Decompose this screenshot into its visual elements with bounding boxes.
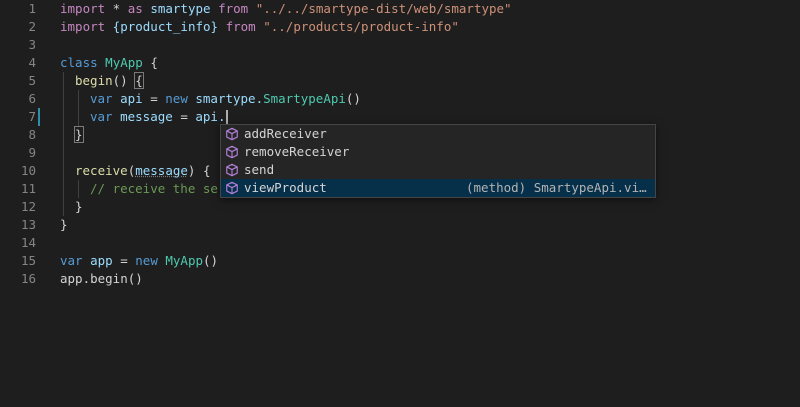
line-number: 1 bbox=[28, 1, 36, 16]
line-number: 4 bbox=[28, 55, 36, 70]
string-literal: "../../smartype-dist/web/smartype" bbox=[248, 1, 512, 16]
line-number: 3 bbox=[28, 37, 36, 52]
suggestion-label: removeReceiver bbox=[244, 144, 350, 159]
indent-guide bbox=[78, 90, 79, 126]
indent-guide bbox=[63, 72, 64, 216]
suggestion-item[interactable]: addReceiver bbox=[221, 125, 655, 143]
line-number: 10 bbox=[20, 163, 36, 178]
code-line-16[interactable]: app.begin() bbox=[60, 270, 143, 288]
text-cursor bbox=[226, 110, 229, 125]
class-name: MyApp bbox=[97, 55, 143, 70]
code-comment: // receive the ser bbox=[90, 181, 226, 196]
line-number: 15 bbox=[20, 253, 36, 268]
modified-line-marker bbox=[38, 108, 40, 126]
line-number: 14 bbox=[20, 235, 36, 250]
code-line-13[interactable]: } bbox=[60, 216, 68, 234]
code-line-12[interactable]: } bbox=[75, 198, 83, 216]
code-line-8[interactable]: } bbox=[74, 126, 84, 144]
method-name: begin bbox=[75, 73, 113, 88]
line-number: 5 bbox=[28, 73, 36, 88]
suggestion-item[interactable]: send bbox=[221, 161, 655, 179]
code-line-15[interactable]: var app = new MyApp() bbox=[60, 252, 218, 270]
code-line-4[interactable]: class MyApp { bbox=[60, 54, 158, 72]
line-number: 6 bbox=[28, 91, 36, 106]
line-number: 16 bbox=[20, 271, 36, 286]
suggestion-detail: (method) SmartypeApi.vi… bbox=[466, 180, 647, 195]
code-line-1[interactable]: import * as smartype from "../../smartyp… bbox=[60, 0, 512, 18]
matched-bracket: } bbox=[74, 126, 84, 143]
line-number: 12 bbox=[20, 199, 36, 214]
line-number: 7 bbox=[28, 109, 36, 124]
suggestion-item[interactable]: removeReceiver bbox=[221, 143, 655, 161]
line-number: 9 bbox=[28, 145, 36, 160]
suggestion-label: viewProduct bbox=[244, 180, 327, 195]
code-editor[interactable]: 1 2 3 4 5 6 7 8 9 10 11 12 13 14 15 16 i… bbox=[0, 0, 800, 407]
code-line-2[interactable]: import {product_info} from "../products/… bbox=[60, 18, 459, 36]
suggestion-label: send bbox=[244, 162, 275, 177]
code-line-6[interactable]: var api = new smartype.SmartypeApi() bbox=[90, 90, 361, 108]
code-line-5[interactable]: begin() { bbox=[75, 72, 144, 90]
method-name: receive bbox=[75, 163, 128, 178]
code-line-10[interactable]: receive(message) { bbox=[75, 162, 210, 180]
line-number: 8 bbox=[28, 127, 36, 142]
code-line-7[interactable]: var message = api. bbox=[90, 108, 229, 126]
method-cube-icon bbox=[226, 145, 238, 159]
keyword: import bbox=[60, 1, 106, 16]
line-number: 11 bbox=[20, 181, 36, 196]
code-line-11[interactable]: // receive the ser bbox=[90, 180, 225, 198]
line-number-gutter: 1 2 3 4 5 6 7 8 9 10 11 12 13 14 15 16 bbox=[0, 0, 44, 407]
method-cube-icon bbox=[226, 127, 238, 141]
parameter: message bbox=[135, 163, 188, 178]
suggestion-widget[interactable]: addReceiver removeReceiver send viewProd… bbox=[220, 124, 656, 198]
line-number: 2 bbox=[28, 19, 36, 34]
suggestion-item-selected[interactable]: viewProduct (method) SmartypeApi.vi… bbox=[221, 179, 655, 197]
indent-guide bbox=[78, 180, 79, 198]
suggestion-label: addReceiver bbox=[244, 126, 327, 141]
string-literal: "../products/product-info" bbox=[255, 19, 459, 34]
line-number: 13 bbox=[20, 217, 36, 232]
method-cube-icon bbox=[226, 181, 238, 195]
matched-bracket: { bbox=[134, 72, 144, 89]
method-cube-icon bbox=[226, 163, 238, 177]
